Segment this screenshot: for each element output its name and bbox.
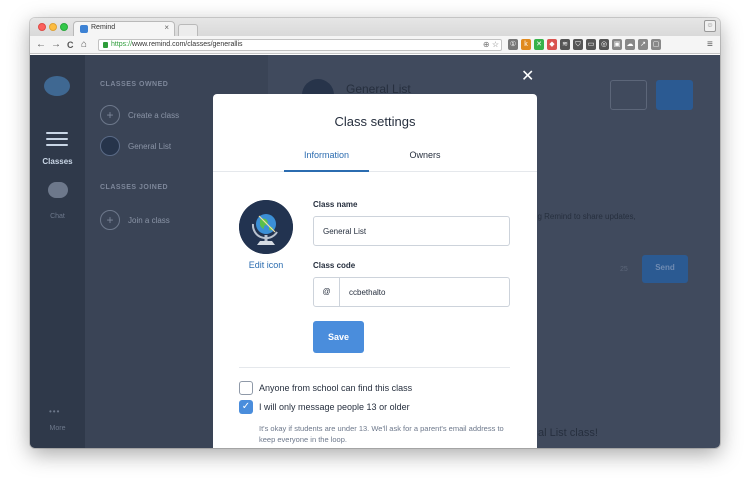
tab-information[interactable]: Information bbox=[284, 150, 369, 172]
extension-icon[interactable]: ↗ bbox=[638, 39, 648, 50]
class-name-input[interactable]: General List bbox=[313, 216, 510, 246]
rail-classes-label[interactable]: Classes bbox=[30, 157, 85, 166]
extension-icon[interactable]: ✕ bbox=[534, 39, 544, 50]
class-avatar-icon bbox=[100, 136, 120, 156]
new-tab-button[interactable] bbox=[178, 24, 198, 36]
extension-icon[interactable]: ◆ bbox=[547, 39, 557, 50]
plus-icon: + bbox=[100, 210, 120, 230]
tab-close-icon[interactable]: × bbox=[164, 23, 169, 32]
tab-owners[interactable]: Owners bbox=[393, 150, 457, 160]
page-viewport: Classes Chat ••• More CLASSES OWNED + Cr… bbox=[30, 55, 720, 448]
more-dots-icon[interactable]: ••• bbox=[49, 407, 60, 416]
intro-text: ng Remind to share updates, bbox=[533, 212, 636, 221]
extension-icon[interactable]: ▢ bbox=[651, 39, 661, 50]
window-maximize-button[interactable] bbox=[60, 23, 68, 31]
profile-icon[interactable]: ☺ bbox=[704, 20, 716, 32]
extension-icon[interactable]: ◎ bbox=[599, 39, 609, 50]
discoverable-label[interactable]: Anyone from school can find this class bbox=[259, 383, 412, 393]
settings-button[interactable] bbox=[610, 80, 647, 110]
at-prefix: @ bbox=[314, 278, 340, 306]
age-hint-text: It's okay if students are under 13. We'l… bbox=[259, 424, 504, 444]
age-13-label[interactable]: I will only message people 13 or older bbox=[259, 402, 410, 412]
extension-icon[interactable]: ☁ bbox=[625, 39, 635, 50]
age-13-checkbox[interactable]: ✓ bbox=[239, 400, 253, 414]
tab-strip: Remind × ☺ bbox=[30, 18, 720, 36]
class-settings-modal: Class settings Information Owners Edit i… bbox=[213, 94, 537, 448]
modal-close-icon[interactable]: ✕ bbox=[521, 69, 534, 85]
remind-logo-icon[interactable] bbox=[44, 76, 70, 96]
extension-icon[interactable]: ▣ bbox=[612, 39, 622, 50]
divider bbox=[239, 367, 510, 368]
class-name-label: Class name bbox=[313, 200, 358, 209]
classes-list-icon[interactable] bbox=[46, 132, 68, 148]
save-button[interactable]: Save bbox=[313, 321, 364, 353]
tab-title: Remind bbox=[91, 24, 116, 31]
forward-button[interactable]: → bbox=[51, 38, 61, 52]
extension-icon[interactable]: k bbox=[521, 39, 531, 50]
chat-bubble-icon[interactable] bbox=[48, 182, 68, 198]
modal-title: Class settings bbox=[334, 114, 416, 129]
home-button[interactable]: ⌂ bbox=[81, 38, 87, 52]
edit-icon-link[interactable]: Edit icon bbox=[234, 260, 298, 270]
zoom-bookmark-icons[interactable]: ⊕ ☆ bbox=[483, 40, 499, 49]
remind-favicon-icon bbox=[80, 25, 88, 33]
discoverable-checkbox[interactable] bbox=[239, 381, 253, 395]
extension-icon[interactable]: ① bbox=[508, 39, 518, 50]
rail-chat-label[interactable]: Chat bbox=[30, 213, 85, 220]
class-code-label: Class code bbox=[313, 261, 356, 270]
char-count: 25 bbox=[620, 266, 628, 273]
browser-window: Remind × ☺ ← → C ⌂ https://www.remind.co… bbox=[30, 18, 720, 448]
join-class-item[interactable]: + Join a class bbox=[100, 210, 170, 230]
extension-icon[interactable]: ≋ bbox=[560, 39, 570, 50]
classes-joined-heading: CLASSES JOINED bbox=[100, 184, 169, 191]
welcome-text: al List class! bbox=[538, 427, 598, 439]
add-people-button[interactable] bbox=[656, 80, 693, 110]
globe-icon[interactable] bbox=[239, 200, 293, 254]
general-list-item[interactable]: General List bbox=[100, 136, 171, 156]
menu-icon[interactable]: ≡ bbox=[707, 38, 713, 52]
reload-button[interactable]: C bbox=[67, 38, 74, 52]
back-button[interactable]: ← bbox=[36, 38, 46, 52]
url-text: https://www.remind.com/classes/generalli… bbox=[111, 41, 243, 48]
window-close-button[interactable] bbox=[38, 23, 46, 31]
window-minimize-button[interactable] bbox=[49, 23, 57, 31]
browser-tab[interactable]: Remind × bbox=[73, 21, 175, 36]
send-button[interactable]: Send bbox=[642, 255, 688, 283]
create-class-item[interactable]: + Create a class bbox=[100, 105, 179, 125]
checkmark-icon: ✓ bbox=[241, 401, 251, 412]
browser-toolbar: ← → C ⌂ https://www.remind.com/classes/g… bbox=[30, 36, 720, 54]
left-rail: Classes Chat ••• More bbox=[30, 55, 85, 448]
rail-more-label[interactable]: More bbox=[30, 425, 85, 432]
extension-icon[interactable]: ▭ bbox=[586, 39, 596, 50]
plus-icon: + bbox=[100, 105, 120, 125]
extension-icon[interactable]: ⛉ bbox=[573, 39, 583, 50]
classes-owned-heading: CLASSES OWNED bbox=[100, 81, 169, 88]
class-code-input[interactable]: @ ccbethalto bbox=[313, 277, 510, 307]
modal-tabs: Information Owners bbox=[213, 142, 537, 172]
extension-icons: ① k ✕ ◆ ≋ ⛉ ▭ ◎ ▣ ☁ ↗ ▢ bbox=[508, 39, 661, 50]
lock-icon bbox=[103, 42, 108, 48]
address-bar[interactable]: https://www.remind.com/classes/generalli… bbox=[98, 39, 502, 51]
